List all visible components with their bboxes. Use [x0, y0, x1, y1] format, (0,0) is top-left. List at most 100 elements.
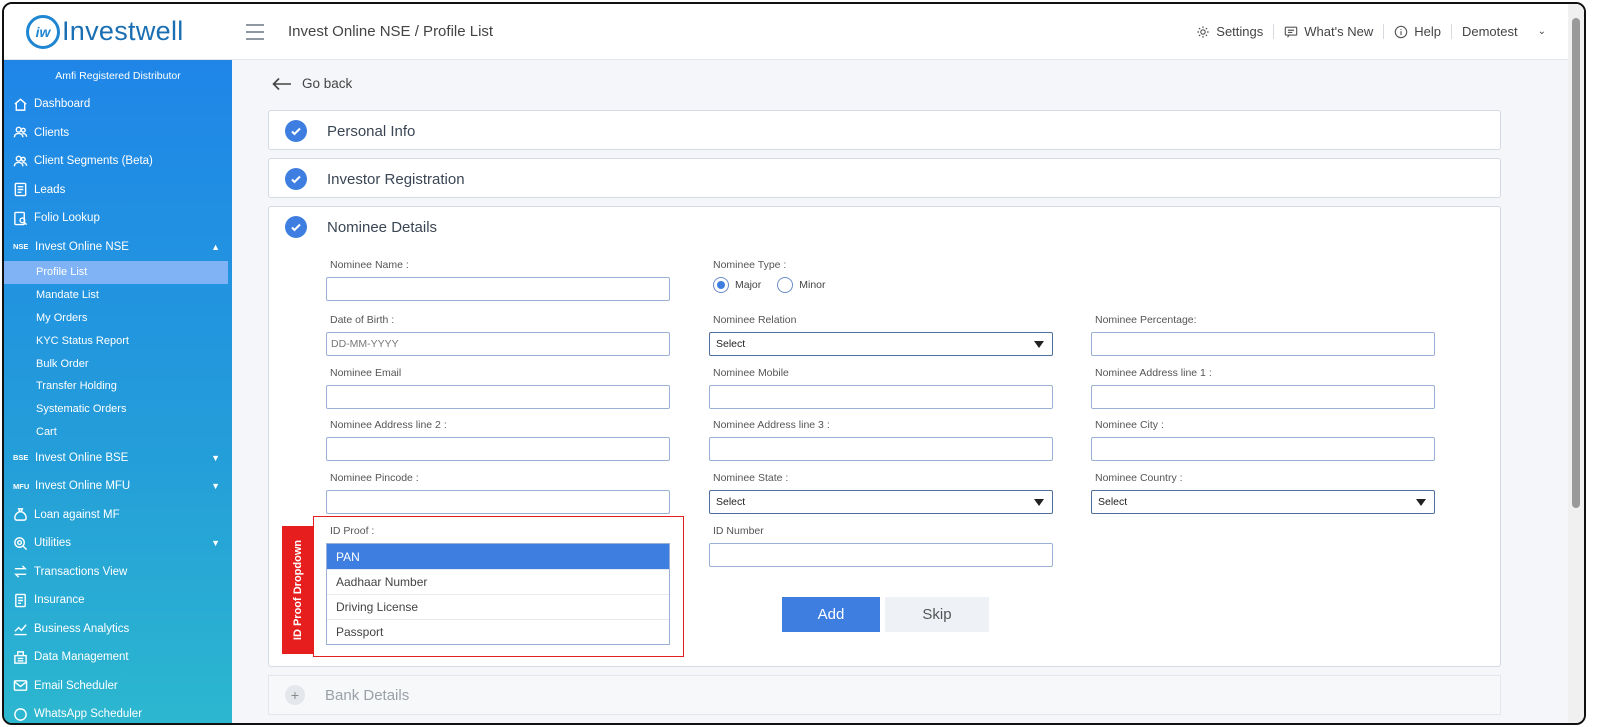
section-title: Nominee Details — [327, 218, 438, 236]
add-button[interactable]: Add — [782, 597, 880, 632]
section-title: Personal Info — [327, 122, 416, 140]
sidebar-item-label: Transactions View — [34, 565, 128, 578]
address3-field: Nominee Address line 3 : — [709, 419, 1053, 461]
caret-down-icon — [1034, 341, 1044, 348]
sidebar-subitem-kyc-status[interactable]: KYC Status Report — [4, 329, 232, 352]
money-bag-icon — [14, 508, 27, 521]
address1-field: Nominee Address line 1 : — [1091, 367, 1435, 409]
settings-link[interactable]: Settings — [1186, 24, 1275, 39]
user-menu[interactable]: Demotest ⌄ — [1452, 24, 1556, 39]
country-field: Nominee Country : Select — [1091, 472, 1435, 514]
email-input[interactable] — [326, 385, 670, 409]
percentage-input[interactable] — [1091, 332, 1435, 356]
sidebar-item-invest-nse[interactable]: NSE Invest Online NSE ▲ — [4, 233, 232, 262]
home-icon — [14, 98, 27, 111]
field-label: Nominee Country : — [1095, 472, 1183, 484]
sidebar-subitem-profile-list[interactable]: Profile List — [4, 261, 228, 284]
sidebar-item-invest-bse[interactable]: BSE Invest Online BSE ▼ — [4, 443, 232, 472]
sidebar-subitem-mandate-list[interactable]: Mandate List — [4, 284, 232, 307]
go-back-link[interactable]: Go back — [272, 76, 352, 91]
address3-input[interactable] — [709, 437, 1053, 461]
id-number-field: ID Number — [709, 525, 1053, 567]
go-back-label: Go back — [302, 76, 353, 91]
whats-new-label: What's New — [1304, 24, 1374, 39]
id-proof-dropdown[interactable]: PAN Aadhaar Number Driving License Passp… — [326, 543, 670, 645]
sidebar-item-loan[interactable]: Loan against MF — [4, 500, 232, 529]
address2-input[interactable] — [326, 437, 670, 461]
users-icon — [13, 155, 28, 167]
sidebar-subitem-my-orders[interactable]: My Orders — [4, 307, 232, 330]
sidebar-item-transactions[interactable]: Transactions View — [4, 557, 232, 586]
nse-icon: NSE — [13, 242, 29, 252]
search-icon — [14, 536, 28, 550]
section-investor-registration[interactable]: Investor Registration — [268, 158, 1501, 198]
field-label: Nominee Name : — [330, 259, 409, 271]
id-number-input[interactable] — [709, 543, 1053, 567]
field-label: Nominee Pincode : — [330, 472, 419, 484]
field-label: Date of Birth : — [330, 314, 395, 326]
whats-new-link[interactable]: What's New — [1274, 24, 1385, 39]
field-label: Nominee Address line 3 : — [713, 419, 830, 431]
section-personal-info[interactable]: Personal Info — [268, 110, 1501, 150]
settings-label: Settings — [1216, 24, 1264, 39]
sidebar-item-invest-mfu[interactable]: MFU Invest Online MFU ▼ — [4, 472, 232, 501]
sidebar-item-label: Invest Online BSE — [35, 451, 129, 464]
radio-minor[interactable]: Minor — [777, 277, 826, 293]
sidebar-item-label: Email Scheduler — [34, 679, 118, 692]
sidebar-item-email-scheduler[interactable]: Email Scheduler — [4, 671, 232, 700]
sidebar-item-client-segments[interactable]: Client Segments (Beta) — [4, 147, 232, 176]
select-value: Select — [1098, 496, 1128, 508]
sidebar-item-business-analytics[interactable]: Business Analytics — [4, 614, 232, 643]
plus-icon: + — [285, 685, 305, 705]
field-label: Nominee City : — [1095, 419, 1164, 431]
users-icon — [13, 126, 28, 138]
state-select[interactable]: Select — [709, 490, 1053, 514]
mobile-field: Nominee Mobile — [709, 367, 1053, 409]
dropdown-option-driving-license[interactable]: Driving License — [327, 594, 669, 619]
insurance-icon — [15, 593, 26, 607]
nominee-name-input[interactable] — [326, 277, 670, 301]
sidebar-item-data-management[interactable]: Data Management — [4, 643, 232, 672]
sidebar-item-label: Clients — [34, 126, 70, 139]
info-icon — [1394, 25, 1408, 38]
skip-button[interactable]: Skip — [885, 597, 989, 632]
sidebar-item-folio-lookup[interactable]: Folio Lookup — [4, 204, 232, 233]
field-label: Nominee Address line 1 : — [1095, 367, 1212, 379]
dropdown-option-passport[interactable]: Passport — [327, 619, 669, 644]
annotation-text: ID Proof Dropdown — [291, 539, 304, 641]
address1-input[interactable] — [1091, 385, 1435, 409]
breadcrumb: Invest Online NSE / Profile List — [288, 23, 494, 40]
city-input[interactable] — [1091, 437, 1435, 461]
mobile-input[interactable] — [709, 385, 1053, 409]
relation-select[interactable]: Select — [709, 332, 1053, 356]
dob-input[interactable]: DD-MM-YYYY — [326, 332, 670, 356]
country-select[interactable]: Select — [1091, 490, 1435, 514]
sidebar-item-utilities[interactable]: Utilities ▼ — [4, 529, 232, 558]
sidebar-item-label: Business Analytics — [34, 622, 130, 635]
section-bank-details[interactable]: + Bank Details — [268, 675, 1501, 715]
sidebar-subitem-transfer-holding[interactable]: Transfer Holding — [4, 375, 232, 398]
hamburger-menu-icon[interactable] — [246, 23, 264, 40]
sidebar-item-clients[interactable]: Clients — [4, 119, 232, 148]
dropdown-option-pan[interactable]: PAN — [327, 544, 669, 569]
radio-selected-icon — [713, 277, 729, 293]
sidebar-item-leads[interactable]: Leads — [4, 176, 232, 205]
vertical-scrollbar[interactable] — [1568, 4, 1584, 723]
sidebar-item-whatsapp-scheduler[interactable]: WhatsApp Scheduler — [4, 700, 232, 723]
sidebar-subitem-systematic-orders[interactable]: Systematic Orders — [4, 398, 232, 421]
logo[interactable]: iw Investwell — [4, 14, 232, 49]
logo-text: Investwell — [62, 16, 184, 46]
sidebar-item-label: Client Segments (Beta) — [34, 155, 153, 168]
sidebar-item-dashboard[interactable]: Dashboard — [4, 90, 232, 119]
pincode-input[interactable] — [326, 490, 670, 514]
radio-major[interactable]: Major — [713, 277, 761, 293]
sidebar-subitem-cart[interactable]: Cart — [4, 421, 232, 444]
scrollbar-thumb[interactable] — [1572, 18, 1580, 508]
arrow-left-icon — [272, 77, 291, 90]
sidebar-item-label: Folio Lookup — [34, 212, 100, 225]
sidebar-subitem-bulk-order[interactable]: Bulk Order — [4, 352, 232, 375]
sidebar-item-insurance[interactable]: Insurance — [4, 586, 232, 615]
help-link[interactable]: Help — [1384, 24, 1452, 39]
dropdown-option-aadhaar[interactable]: Aadhaar Number — [327, 569, 669, 594]
field-label: Nominee Relation — [713, 314, 797, 326]
